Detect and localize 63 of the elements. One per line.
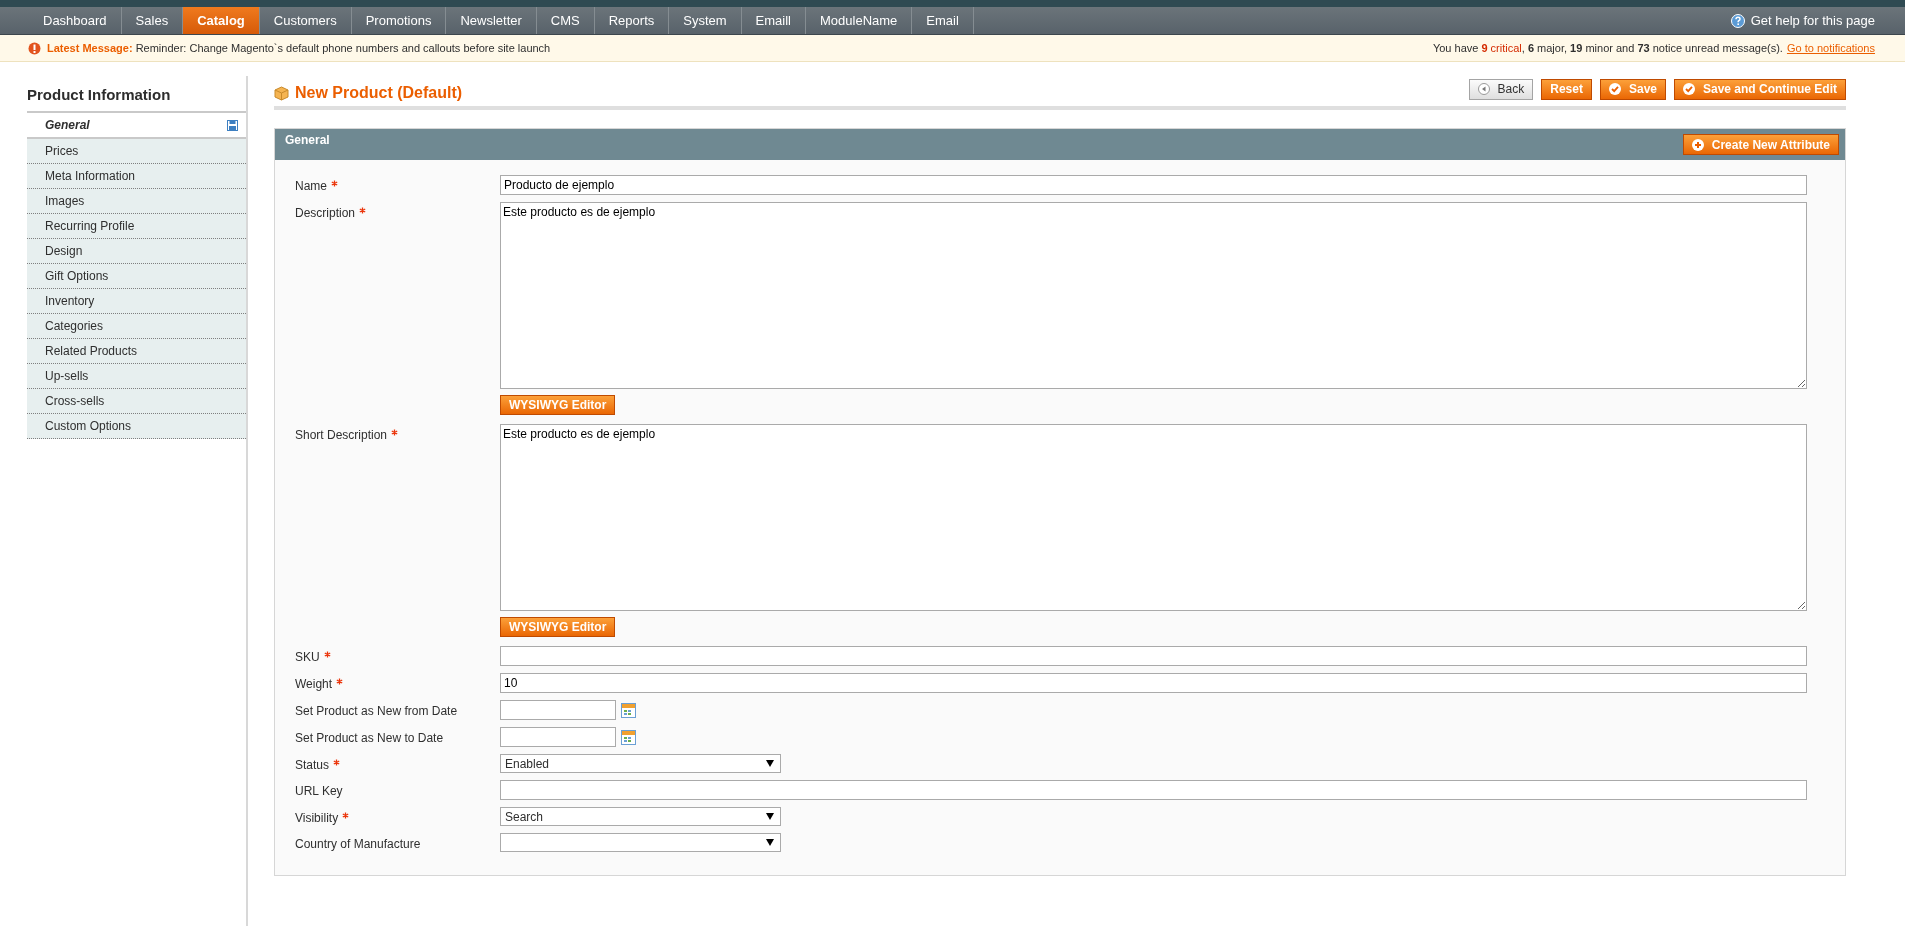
date-field[interactable]	[500, 727, 616, 747]
field-label: Status	[295, 758, 330, 772]
plus-icon	[1691, 138, 1704, 151]
sidebar-tab[interactable]: Cross-sells	[27, 389, 246, 414]
help-link[interactable]: Get help for this page	[1730, 7, 1875, 34]
select-field[interactable]: Enabled	[500, 754, 781, 773]
field-label: Set Product as New to Date	[295, 731, 444, 745]
nav-tab[interactable]: System	[669, 7, 742, 34]
nav-tab[interactable]: ModuleName	[806, 7, 913, 34]
nav-tab[interactable]: Newsletter	[446, 7, 537, 34]
sidebar-tab[interactable]: Inventory	[27, 289, 246, 314]
sidebar-tab[interactable]: Related Products	[27, 339, 246, 364]
textarea-field[interactable]: Este producto es de ejemplo	[500, 424, 1807, 611]
nav-tab[interactable]: Reports	[594, 7, 670, 34]
sidebar-tab[interactable]: Categories	[27, 314, 246, 339]
dropdown-icon	[766, 813, 774, 820]
text-field[interactable]: 10	[500, 673, 1807, 693]
textarea-field[interactable]: Este producto es de ejemplo	[500, 202, 1807, 389]
nav-tab[interactable]: CMS	[536, 7, 595, 34]
calendar-icon	[621, 729, 636, 745]
sidebar-tab[interactable]: Recurring Profile	[27, 214, 246, 239]
calendar-icon	[621, 702, 636, 718]
box-icon	[274, 85, 289, 101]
page-title: New Product (Default)	[295, 84, 463, 102]
field-label: Set Product as New from Date	[295, 704, 458, 718]
back-icon	[1477, 83, 1490, 95]
sidebar-tab[interactable]: Design	[27, 239, 246, 264]
notification-summary: You have 9 critical, 6 major, 19 minor and 73 notice unread message(s).	[1432, 42, 1783, 54]
nav-tab[interactable]: Email	[912, 7, 974, 34]
section-title: General	[285, 132, 330, 147]
sidebar-tab[interactable]: Custom Options	[27, 414, 246, 439]
field-label: Name	[295, 179, 327, 193]
field-label: Weight	[295, 677, 333, 691]
nav-tab[interactable]: Promotions	[351, 7, 447, 34]
sidebar-tab[interactable]: Up-sells	[27, 364, 246, 389]
field-label: Visibility	[295, 811, 339, 825]
help-icon	[1730, 13, 1745, 28]
text-field[interactable]: Producto de ejemplo	[500, 175, 1807, 195]
text-field[interactable]	[500, 646, 1807, 666]
select-field[interactable]	[500, 833, 781, 852]
dropdown-icon	[766, 839, 774, 846]
nav-tab[interactable]: Customers	[259, 7, 352, 34]
dropdown-icon	[766, 760, 774, 767]
text-field[interactable]	[500, 780, 1807, 800]
sidebar-tab[interactable]: Images	[27, 189, 246, 214]
field-label: SKU	[295, 650, 320, 664]
nav-tab[interactable]: Emaill	[741, 7, 806, 34]
field-label: Short Description	[295, 428, 388, 442]
field-label: Description	[295, 206, 356, 220]
back-button[interactable]: Back	[1468, 78, 1534, 100]
nav-tab[interactable]: Dashboard	[29, 7, 122, 34]
save-icon	[227, 119, 238, 131]
alert-icon	[28, 41, 41, 55]
check-icon	[1608, 83, 1621, 95]
sidebar-tab[interactable]: Gift Options	[27, 264, 246, 289]
latest-message: Latest Message: Reminder: Change Magento`s default phone numbers and callouts before site launch	[47, 42, 551, 54]
sidebar-tab[interactable]: Meta Information	[27, 164, 246, 189]
date-field[interactable]	[500, 700, 616, 720]
field-label: URL Key	[295, 784, 343, 798]
field-label: Country of Manufacture	[295, 837, 421, 851]
check-icon	[1683, 83, 1695, 95]
select-field[interactable]: Search	[500, 807, 781, 826]
sidebar-tab[interactable]: Prices	[27, 139, 246, 164]
